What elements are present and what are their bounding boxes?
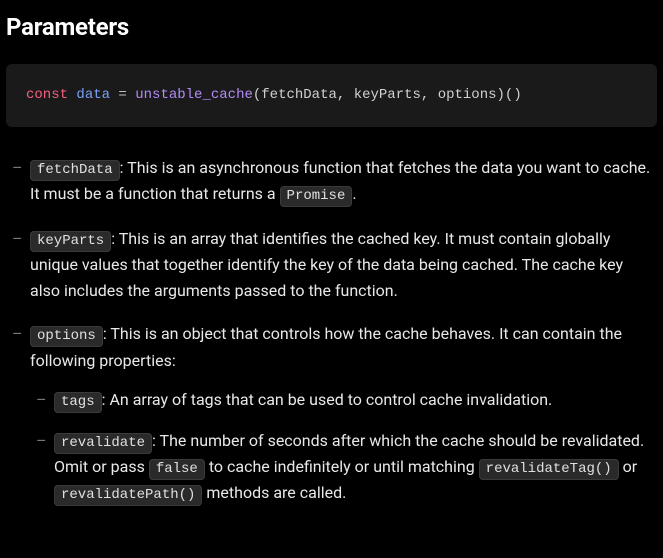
- list-item: revalidate: The number of seconds after …: [30, 428, 657, 507]
- parameter-list: fetchData: This is an asynchronous funct…: [6, 155, 657, 507]
- param-desc: : This is an object that controls how th…: [30, 324, 622, 369]
- inline-code: revalidatePath(): [54, 485, 202, 506]
- param-name: revalidate: [54, 433, 152, 454]
- list-item: keyParts: This is an array that identifi…: [6, 226, 657, 304]
- param-desc-mid: to cache indefinitely or until matching: [205, 457, 479, 476]
- param-desc: : An array of tags that can be used to c…: [102, 390, 553, 409]
- param-name: keyParts: [30, 231, 111, 252]
- code-keyword: const: [26, 87, 68, 103]
- param-name: tags: [54, 392, 102, 413]
- param-desc-tail: methods are called.: [202, 483, 346, 502]
- param-desc: : This is an array that identifies the c…: [30, 229, 623, 300]
- code-function: unstable_cache: [135, 87, 253, 103]
- param-name: fetchData: [30, 160, 120, 181]
- code-call: (fetchData, keyParts, options)(): [253, 87, 522, 103]
- code-var: data: [76, 87, 110, 103]
- section-heading: Parameters: [6, 8, 657, 46]
- param-desc-tail: .: [352, 184, 356, 203]
- inline-code: revalidateTag(): [479, 459, 619, 480]
- code-op: =: [110, 87, 135, 103]
- list-item: tags: An array of tags that can be used …: [30, 387, 657, 413]
- code-example: const data = unstable_cache(fetchData, k…: [6, 64, 657, 126]
- param-desc-mid: or: [619, 457, 638, 476]
- parameter-sublist: tags: An array of tags that can be used …: [30, 387, 657, 507]
- list-item: options: This is an object that controls…: [6, 321, 657, 507]
- inline-code: false: [149, 459, 205, 480]
- param-name: options: [30, 326, 103, 347]
- inline-code: Promise: [280, 186, 353, 207]
- list-item: fetchData: This is an asynchronous funct…: [6, 155, 657, 208]
